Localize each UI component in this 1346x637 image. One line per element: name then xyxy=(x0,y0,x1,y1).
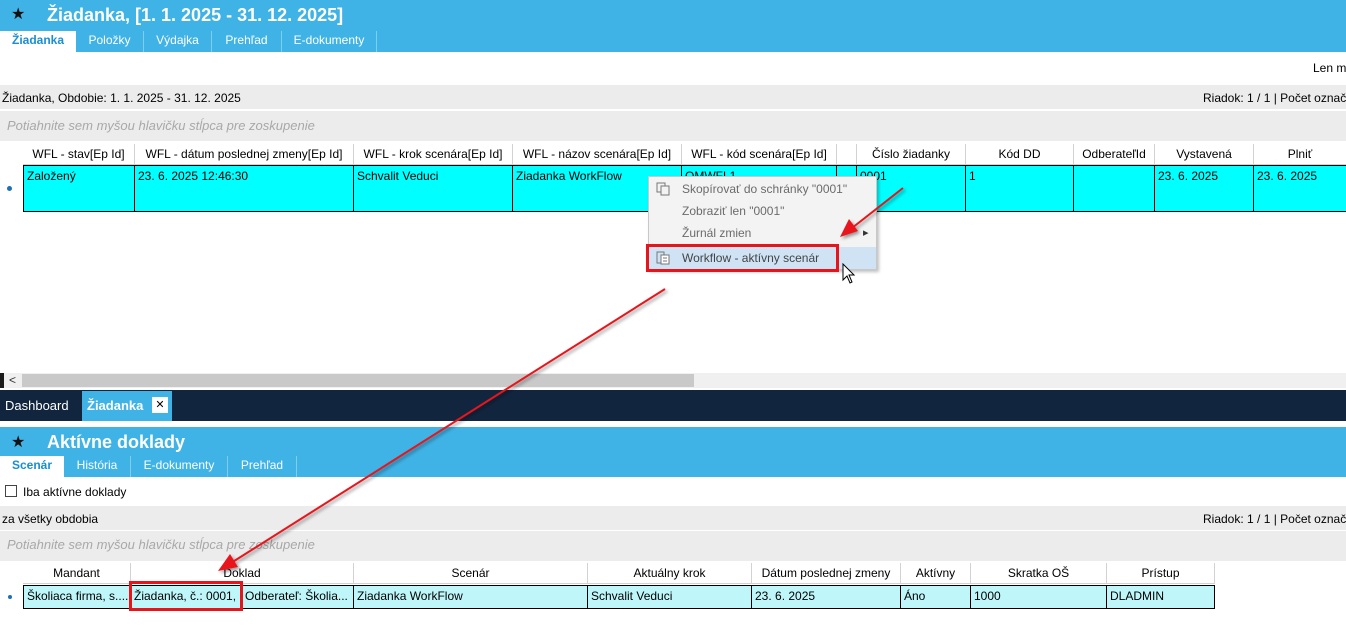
annotation-arrows xyxy=(218,187,904,571)
arrow-to-doklad xyxy=(218,288,666,571)
arrow-to-menu xyxy=(840,187,904,237)
screen: ★ Žiadanka, [1. 1. 2025 - 31. 12. 2025] … xyxy=(0,0,1346,637)
